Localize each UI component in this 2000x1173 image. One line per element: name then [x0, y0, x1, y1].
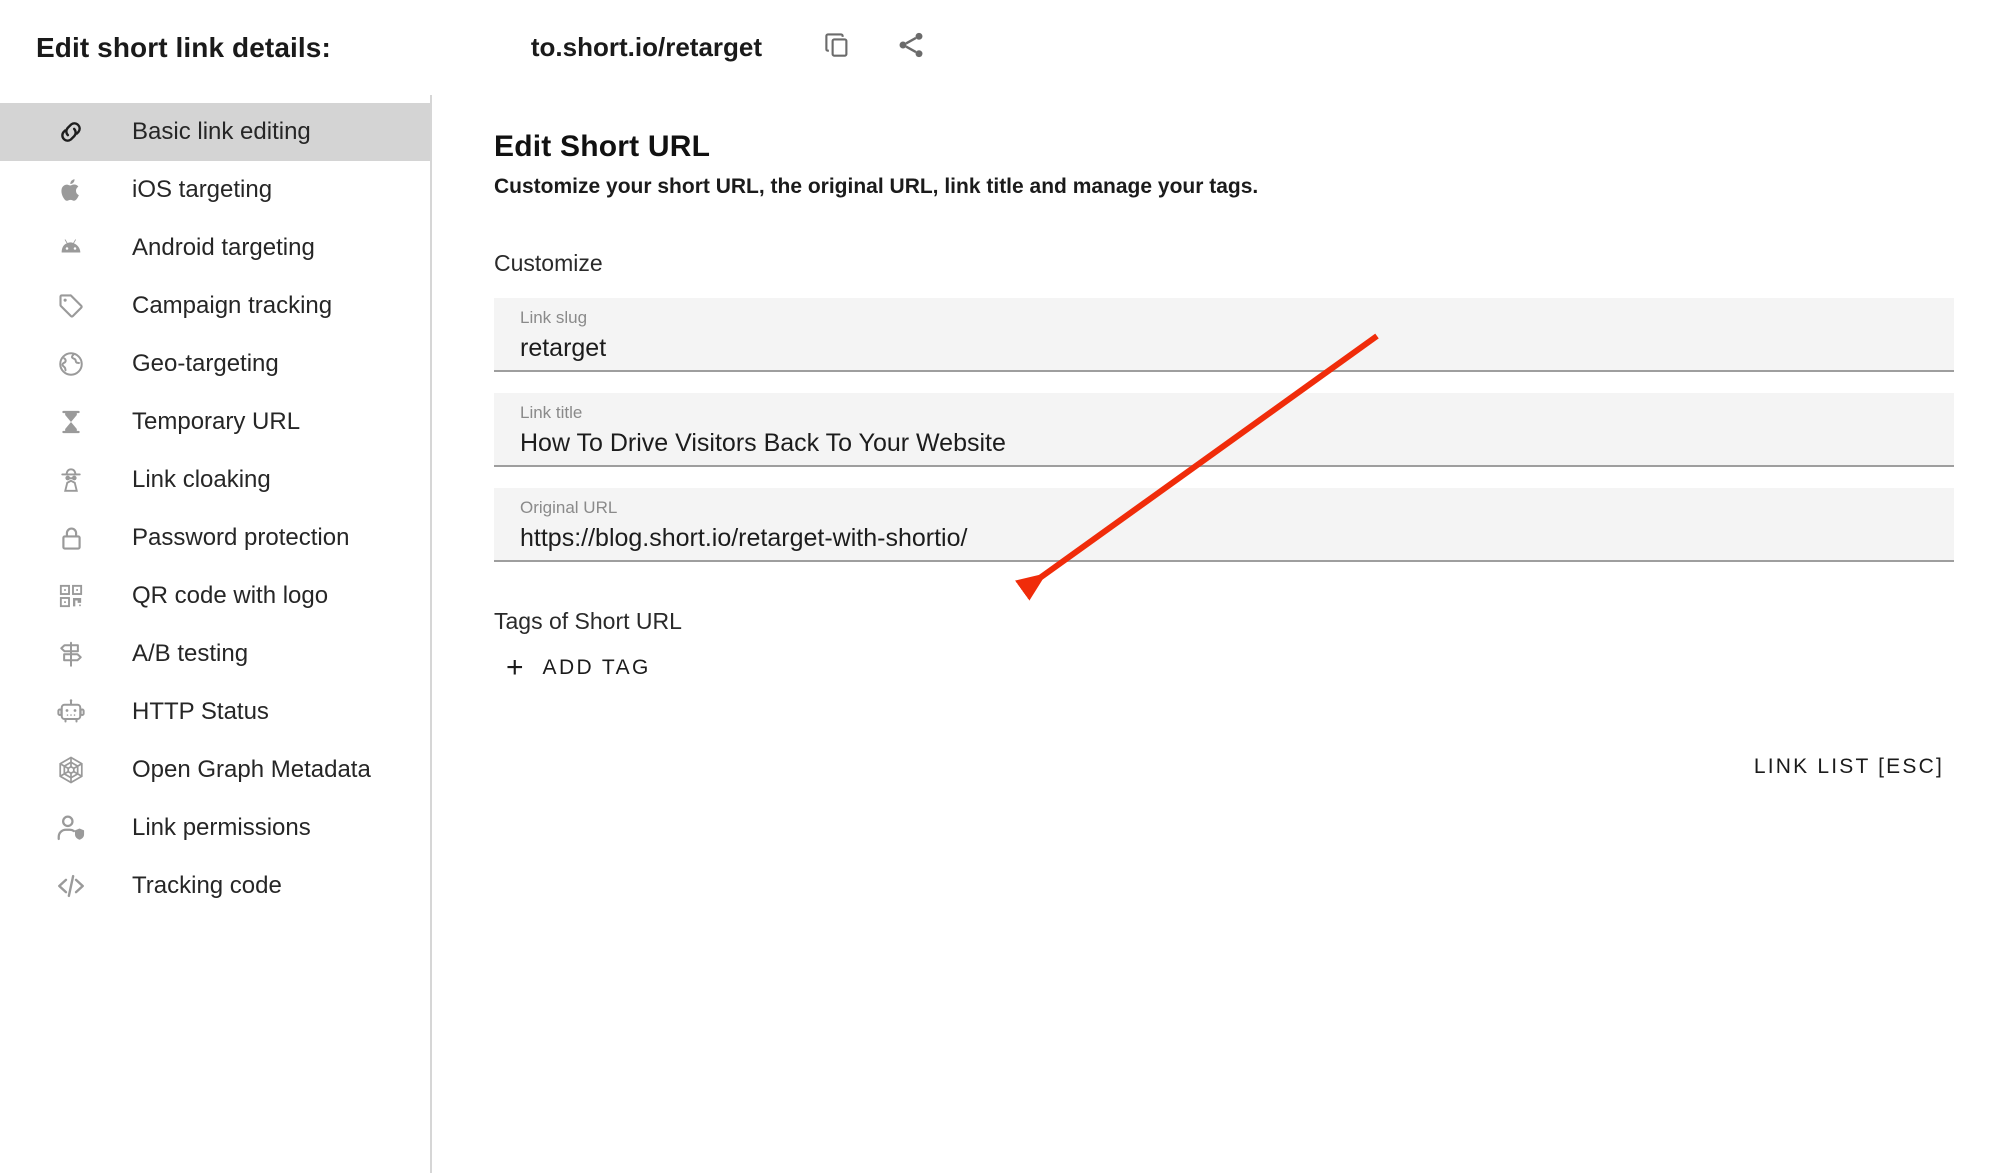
original-url-value[interactable]: https://blog.short.io/retarget-with-shor…	[520, 524, 1954, 553]
user-shield-icon	[50, 812, 92, 844]
sidebar-item-open-graph-metadata[interactable]: Open Graph Metadata	[0, 741, 430, 799]
sidebar-item-http-status[interactable]: HTTP Status	[0, 683, 430, 741]
sidebar-item-label: Campaign tracking	[132, 292, 333, 319]
link-list-button[interactable]: LINK LIST [ESC]	[1754, 755, 1944, 779]
signpost-icon	[50, 639, 92, 669]
page-header: Edit short link details: to.short.io/ret…	[0, 0, 2000, 95]
copy-icon	[822, 30, 852, 65]
sidebar-item-geo-targeting[interactable]: Geo-targeting	[0, 335, 430, 393]
sidebar-item-link-cloaking[interactable]: Link cloaking	[0, 451, 430, 509]
sidebar-item-label: Temporary URL	[132, 408, 301, 435]
android-icon	[50, 232, 92, 264]
globe-icon	[50, 349, 92, 379]
robot-icon	[50, 697, 92, 727]
sidebar-item-basic-link-editing[interactable]: Basic link editing	[0, 103, 430, 161]
page-title: Edit short link details:	[36, 31, 331, 63]
code-icon	[50, 870, 92, 902]
sidebar-item-campaign-tracking[interactable]: Campaign tracking	[0, 277, 430, 335]
qr-code-icon	[50, 582, 92, 610]
sidebar-item-label: QR code with logo	[132, 582, 329, 609]
apple-icon	[50, 176, 92, 204]
original-url-label: Original URL	[520, 498, 618, 517]
sidebar-item-qr-code-with-logo[interactable]: QR code with logo	[0, 567, 430, 625]
section-title: Edit Short URL	[494, 130, 711, 163]
link-title-value[interactable]: How To Drive Visitors Back To Your Websi…	[520, 429, 1954, 458]
link-icon	[50, 117, 92, 147]
add-tag-button[interactable]: + ADD TAG	[506, 653, 651, 683]
main-content: Edit Short URL Customize your short URL,…	[434, 95, 2000, 1173]
sidebar-item-label: HTTP Status	[132, 698, 269, 725]
link-slug-label: Link slug	[520, 308, 588, 327]
plus-icon: +	[506, 651, 524, 684]
sidebar-item-android-targeting[interactable]: Android targeting	[0, 219, 430, 277]
lock-icon	[50, 524, 92, 553]
sidebar: Basic link editing iOS targeting Android…	[0, 95, 432, 1173]
sidebar-item-label: Geo-targeting	[132, 350, 279, 377]
link-title-field[interactable]: Link title How To Drive Visitors Back To…	[494, 393, 1954, 467]
header-actions	[820, 31, 928, 65]
tags-of-short-url-label: Tags of Short URL	[494, 608, 682, 634]
sidebar-item-tracking-code[interactable]: Tracking code	[0, 857, 430, 915]
sidebar-item-label: Android targeting	[132, 234, 315, 261]
original-url-field[interactable]: Original URL https://blog.short.io/retar…	[494, 488, 1954, 562]
edit-short-link-page: Edit short link details: to.short.io/ret…	[0, 0, 2000, 1173]
sidebar-item-temporary-url[interactable]: Temporary URL	[0, 393, 430, 451]
link-slug-value[interactable]: retarget	[520, 334, 1954, 363]
sidebar-item-password-protection[interactable]: Password protection	[0, 509, 430, 567]
spiderweb-icon	[50, 754, 92, 786]
section-subtitle: Customize your short URL, the original U…	[494, 175, 1259, 198]
hourglass-icon	[50, 408, 92, 436]
sidebar-item-ab-testing[interactable]: A/B testing	[0, 625, 430, 683]
link-slug-field[interactable]: Link slug retarget	[494, 298, 1954, 372]
sidebar-item-label: iOS targeting	[132, 176, 273, 203]
add-tag-label: ADD TAG	[542, 656, 651, 679]
spy-icon	[50, 465, 92, 495]
sidebar-item-label: A/B testing	[132, 640, 249, 667]
sidebar-item-link-permissions[interactable]: Link permissions	[0, 799, 430, 857]
share-icon	[895, 29, 927, 66]
sidebar-item-label: Tracking code	[132, 872, 282, 899]
link-title-label: Link title	[520, 403, 583, 422]
sidebar-item-label: Password protection	[132, 524, 350, 551]
sidebar-item-label: Open Graph Metadata	[132, 756, 371, 783]
tag-icon	[50, 291, 92, 321]
sidebar-item-label: Link permissions	[132, 814, 311, 841]
short-url-text: to.short.io/retarget	[530, 32, 763, 62]
share-button[interactable]	[894, 31, 928, 65]
copy-button[interactable]	[820, 31, 854, 65]
sidebar-item-ios-targeting[interactable]: iOS targeting	[0, 161, 430, 219]
sidebar-item-label: Basic link editing	[132, 118, 311, 145]
sidebar-item-label: Link cloaking	[132, 466, 271, 493]
customize-label: Customize	[494, 250, 603, 276]
